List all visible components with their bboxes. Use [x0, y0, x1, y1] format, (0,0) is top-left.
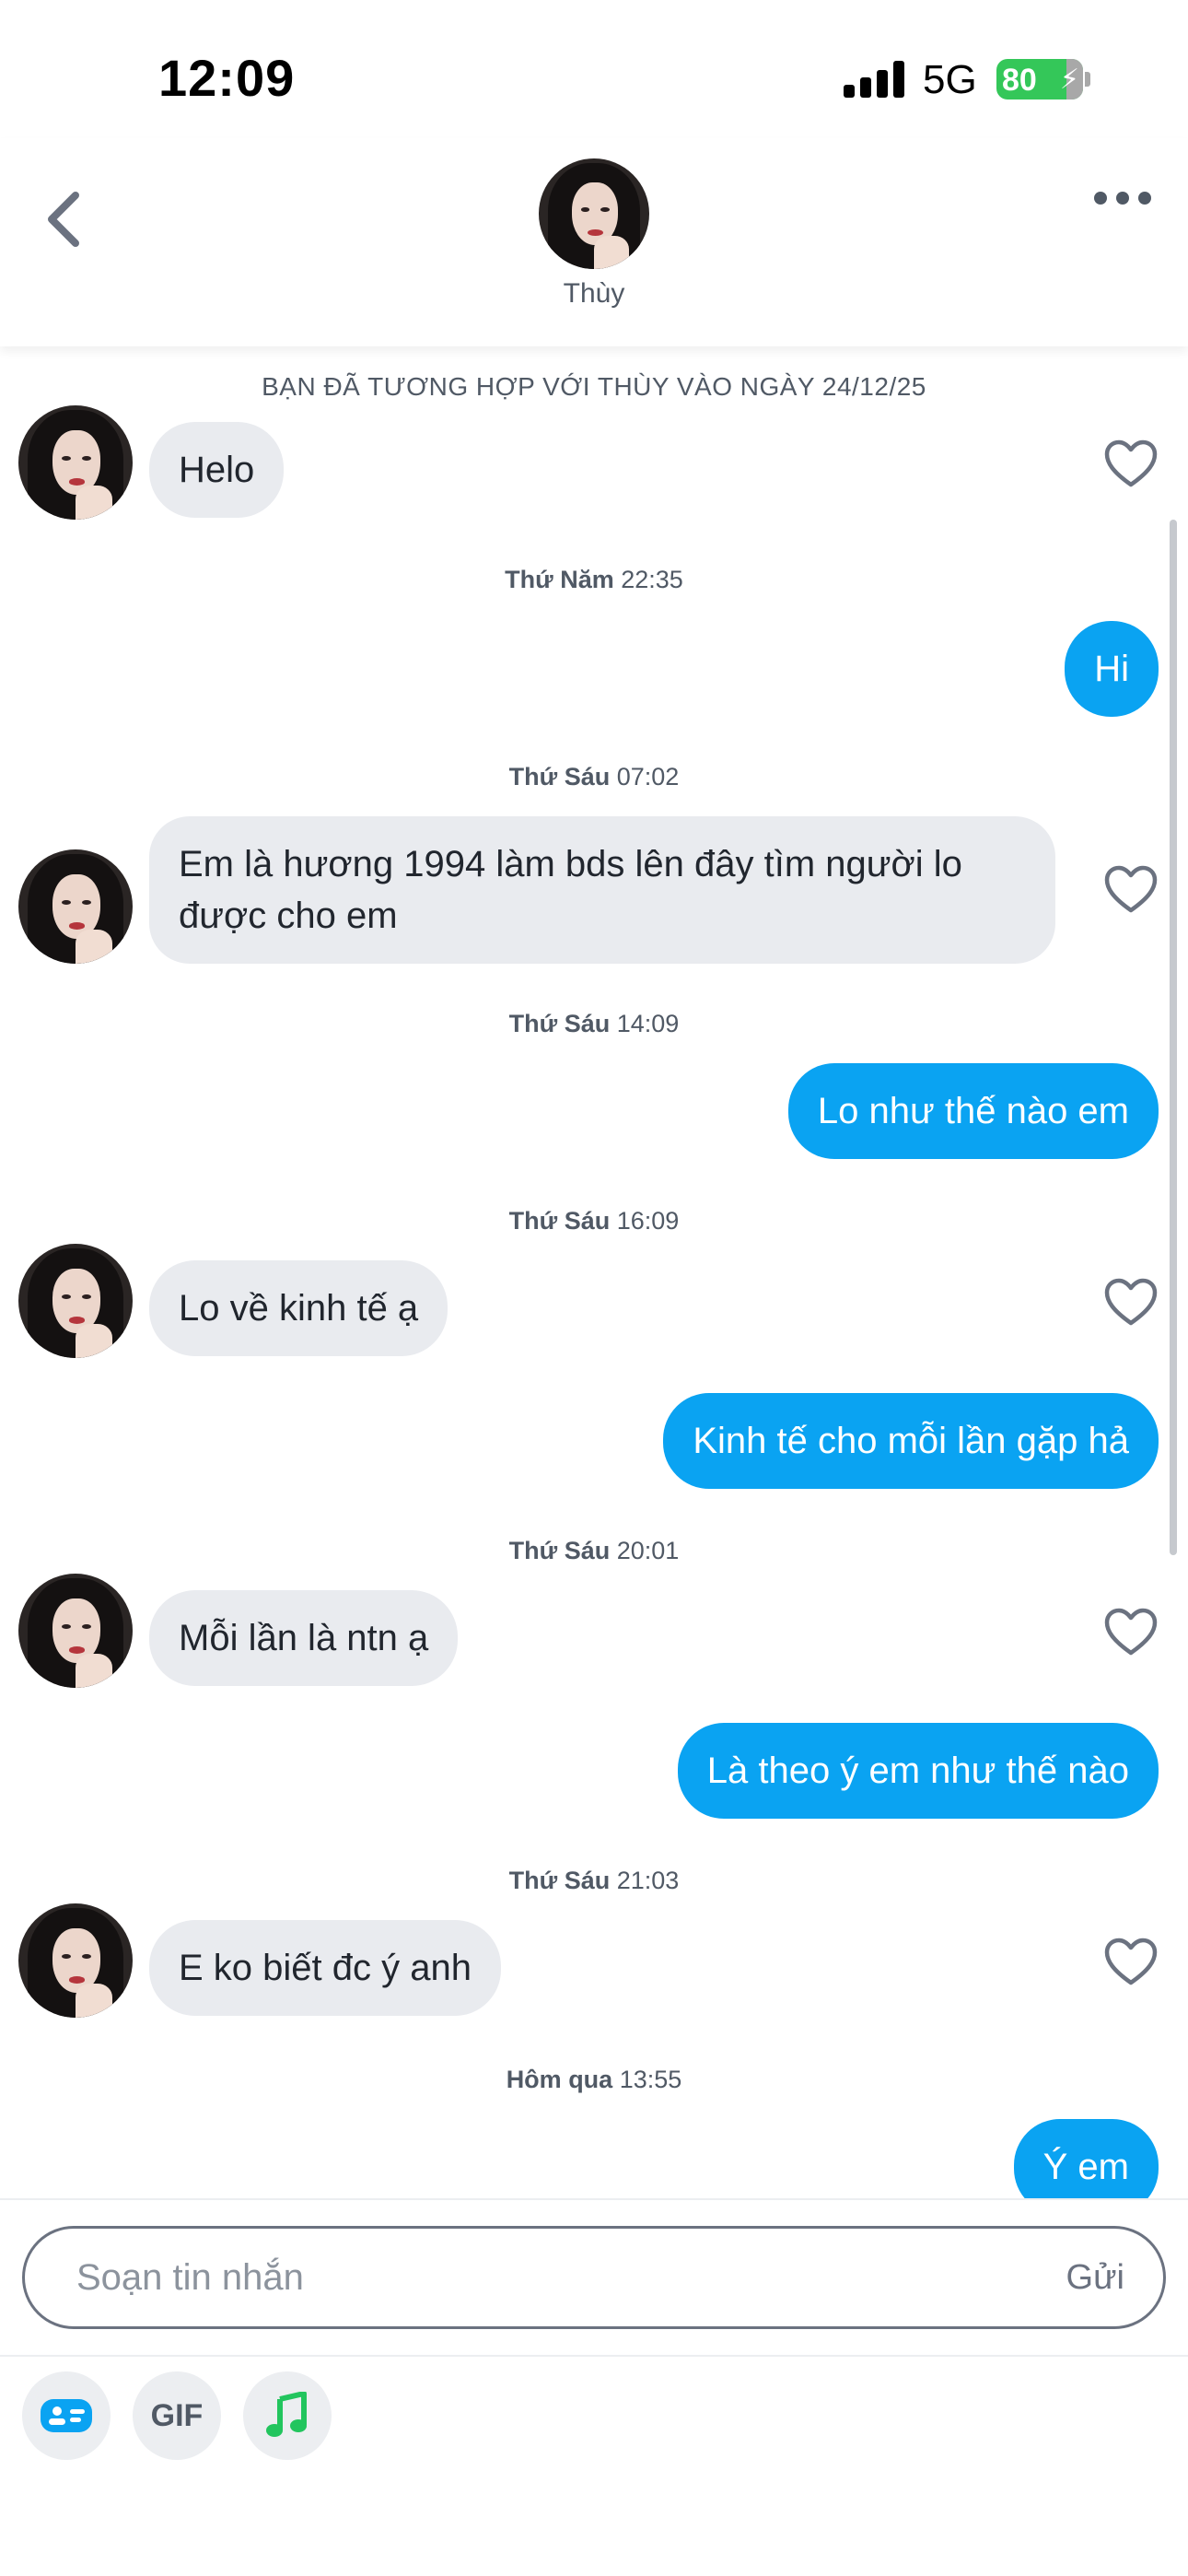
cellular-signal-icon: [844, 61, 904, 98]
sender-avatar[interactable]: [18, 405, 133, 520]
gif-button[interactable]: GIF: [133, 2371, 221, 2460]
timestamp: Thứ Sáu 14:09: [508, 1010, 680, 1037]
battery-icon: 80 ⚡: [996, 59, 1083, 100]
incoming-message[interactable]: Em là hương 1994 làm bds lên đây tìm ngư…: [149, 816, 1055, 964]
timestamp: Thứ Năm 22:35: [505, 566, 683, 593]
sender-avatar[interactable]: [18, 849, 133, 964]
incoming-message[interactable]: Lo về kinh tế ạ: [149, 1260, 448, 1356]
battery-level: 80: [1002, 63, 1037, 98]
sender-avatar[interactable]: [18, 1574, 133, 1688]
incoming-message[interactable]: Helo: [149, 422, 285, 518]
chat-header: Thùy: [0, 138, 1188, 346]
status-time: 12:09: [158, 49, 296, 107]
outgoing-message[interactable]: Là theo ý em như thế nào: [677, 1723, 1159, 1819]
send-button[interactable]: Gửi: [1066, 2258, 1124, 2298]
sticker-button[interactable]: [22, 2371, 111, 2460]
heart-icon[interactable]: [1103, 439, 1159, 490]
profile-avatar[interactable]: [539, 158, 649, 269]
outgoing-message[interactable]: Kinh tế cho mỗi lần gặp hả: [663, 1393, 1159, 1489]
back-button[interactable]: [41, 182, 96, 256]
heart-icon[interactable]: [1103, 864, 1159, 916]
timestamp: Thứ Sáu 20:01: [508, 1537, 680, 1564]
heart-icon[interactable]: [1103, 1277, 1159, 1329]
match-banner: BẠN ĐÃ TƯƠNG HỢP VỚI THÙY VÀO NGÀY 24/12…: [262, 372, 926, 401]
more-options-button[interactable]: [1090, 184, 1155, 212]
charging-bolt-icon: ⚡: [1059, 64, 1079, 95]
music-button[interactable]: [243, 2371, 332, 2460]
timestamp: Thứ Sáu 07:02: [508, 763, 680, 790]
match-name[interactable]: Thùy: [502, 278, 686, 310]
outgoing-message[interactable]: Hi: [1065, 621, 1159, 717]
timestamp: Hôm qua 13:55: [506, 2066, 682, 2093]
sender-avatar[interactable]: [18, 1903, 133, 2018]
message-input[interactable]: [76, 2247, 997, 2308]
gif-label: GIF: [150, 2397, 204, 2433]
battery-tip: [1085, 72, 1090, 87]
music-note-icon: [266, 2392, 307, 2437]
incoming-message[interactable]: Mỗi lần là ntn ạ: [149, 1590, 459, 1686]
message-composer: Gửi: [0, 2198, 1188, 2357]
heart-icon[interactable]: [1103, 1607, 1159, 1658]
incoming-message[interactable]: E ko biết đc ý anh: [149, 1920, 501, 2016]
message-list[interactable]: BẠN ĐÃ TƯƠNG HỢP VỚI THÙY VÀO NGÀY 24/12…: [0, 346, 1188, 2215]
sticker-icon: [41, 2399, 92, 2432]
message-input-wrapper: Gửi: [22, 2226, 1166, 2329]
chevron-left-icon: [48, 192, 79, 247]
composer-tools: GIF: [0, 2357, 1188, 2576]
status-bar: 12:09 5G 80 ⚡: [0, 0, 1188, 138]
timestamp: Thứ Sáu 16:09: [508, 1207, 680, 1235]
timestamp: Thứ Sáu 21:03: [508, 1867, 680, 1894]
network-type: 5G: [923, 57, 977, 102]
heart-icon[interactable]: [1103, 1937, 1159, 1988]
scrollbar[interactable]: [1170, 520, 1177, 1555]
sender-avatar[interactable]: [18, 1244, 133, 1358]
outgoing-message[interactable]: Lo như thế nào em: [787, 1063, 1159, 1159]
ellipsis-icon: [1094, 192, 1107, 205]
